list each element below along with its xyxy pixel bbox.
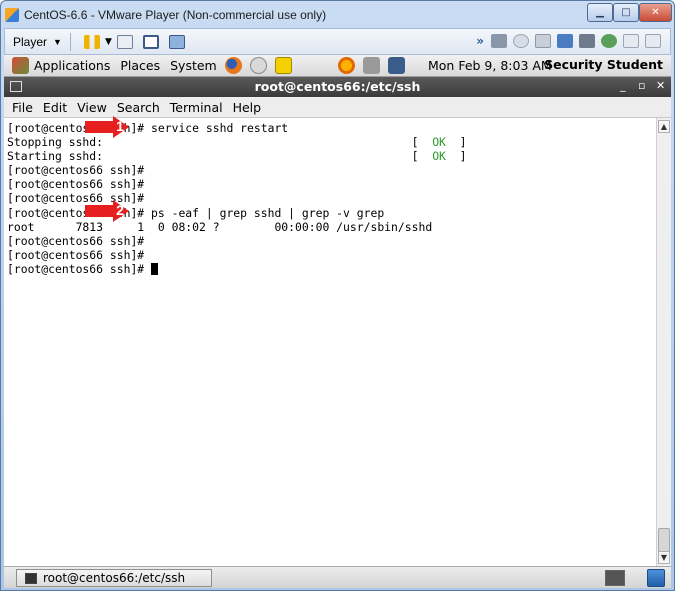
bottom-taskbar: root@centos66:/etc/ssh bbox=[4, 566, 671, 588]
network-icon[interactable] bbox=[116, 34, 133, 49]
scroll-thumb[interactable] bbox=[658, 528, 670, 552]
firefox-icon[interactable] bbox=[224, 57, 242, 74]
terminal-line-text: [root@centos66 ssh]# ps -eaf | grep sshd… bbox=[7, 205, 385, 220]
terminal-line: [root@centos66 ssh]# bbox=[7, 163, 656, 177]
gnome-top-panel: Applications Places System Mon Feb 9, 8:… bbox=[4, 55, 671, 77]
terminal-icon bbox=[25, 572, 37, 584]
display-icon[interactable] bbox=[645, 34, 661, 48]
cd-rom-icon[interactable] bbox=[513, 34, 529, 48]
menu-view[interactable]: View bbox=[77, 100, 107, 115]
printer-icon[interactable] bbox=[579, 34, 595, 48]
device-icons: » bbox=[476, 34, 664, 48]
terminal-line-text: [root@centos66 ssh]# service sshd restar… bbox=[7, 121, 289, 135]
unity-icon[interactable] bbox=[168, 34, 185, 49]
terminal-close-button[interactable]: ✕ bbox=[656, 79, 665, 92]
terminal-line-text: root 7813 1 0 08:02 ? 00:00:00 /usr/sbin… bbox=[7, 219, 433, 234]
status-bracket: ] bbox=[445, 135, 467, 150]
floppy-icon[interactable] bbox=[535, 34, 551, 48]
places-menu[interactable]: Places bbox=[120, 58, 160, 73]
terminal-line: [root@centos66 ssh]# bbox=[7, 234, 656, 248]
clock[interactable]: Mon Feb 9, 8:03 AM bbox=[428, 58, 552, 73]
menu-search[interactable]: Search bbox=[117, 100, 160, 115]
menu-edit[interactable]: Edit bbox=[43, 100, 67, 115]
window-title: CentOS-6.6 - VMware Player (Non-commerci… bbox=[24, 8, 327, 22]
terminal-line-text: [root@centos66 ssh]# bbox=[7, 247, 145, 262]
terminal-menu-bar: File Edit View Search Terminal Help bbox=[4, 97, 671, 118]
terminal-line-text: [root@centos66 ssh]# bbox=[7, 261, 152, 276]
hard-disk-icon[interactable] bbox=[491, 34, 507, 48]
terminal-line-text: [root@centos66 ssh]# bbox=[7, 177, 145, 192]
arrow-shaft bbox=[85, 205, 115, 217]
applications-menu[interactable]: Applications bbox=[34, 58, 110, 73]
terminal-title: root@centos66:/etc/ssh bbox=[254, 79, 421, 94]
window-title-bar: CentOS-6.6 - VMware Player (Non-commerci… bbox=[5, 4, 585, 26]
terminal-minimize-button[interactable]: _ bbox=[620, 79, 626, 92]
workspace-switcher-icon[interactable] bbox=[605, 570, 625, 586]
close-button[interactable]: ✕ bbox=[639, 3, 672, 22]
fullscreen-icon[interactable] bbox=[142, 34, 159, 49]
terminal-line-text: [root@centos66 ssh]# bbox=[7, 163, 145, 178]
vmware-player-window: CentOS-6.6 - VMware Player (Non-commerci… bbox=[0, 0, 675, 591]
ok-status: OK bbox=[432, 135, 446, 150]
terminal-output[interactable]: [root@centos66 ssh]# service sshd restar… bbox=[4, 118, 656, 566]
terminal-scrollbar[interactable]: ▲ ▼ bbox=[656, 118, 671, 566]
terminal-title-bar: root@centos66:/etc/ssh _ ▫ ✕ bbox=[4, 77, 671, 97]
toolbar-divider bbox=[69, 32, 71, 51]
menu-terminal[interactable]: Terminal bbox=[170, 100, 223, 115]
menu-help[interactable]: Help bbox=[233, 100, 262, 115]
maximize-button[interactable]: □ bbox=[613, 3, 639, 22]
volume-icon[interactable] bbox=[362, 57, 380, 74]
terminal-line: [root@centos66 ssh]# bbox=[7, 262, 656, 276]
chevron-down-icon: ▼ bbox=[53, 36, 62, 47]
pause-icon[interactable] bbox=[83, 34, 100, 49]
update-icon[interactable] bbox=[337, 57, 355, 74]
ok-status: OK bbox=[432, 149, 446, 164]
notes-icon[interactable] bbox=[274, 57, 292, 74]
annotation-number: 1 bbox=[116, 118, 124, 134]
network-adapter-icon[interactable] bbox=[557, 34, 573, 48]
gnome-foot-icon bbox=[12, 57, 29, 74]
terminal-line-text: Starting sshd: [ bbox=[7, 149, 433, 164]
taskbar-terminal-button[interactable]: root@centos66:/etc/ssh bbox=[16, 569, 212, 587]
network-status-icon[interactable] bbox=[387, 57, 405, 74]
system-menu[interactable]: System bbox=[170, 58, 217, 73]
chevron-down-icon[interactable]: ▼ bbox=[105, 37, 112, 47]
scroll-down-arrow-icon[interactable]: ▼ bbox=[658, 551, 670, 564]
terminal-line-text: [root@centos66 ssh]# bbox=[7, 233, 145, 248]
vmware-app-icon bbox=[5, 8, 19, 22]
text-cursor bbox=[151, 262, 159, 275]
terminal-line: Stopping sshd: [ OK ] bbox=[7, 135, 656, 149]
sound-icon[interactable] bbox=[601, 34, 617, 48]
player-menu-label: Player bbox=[13, 34, 48, 49]
email-icon[interactable] bbox=[249, 57, 267, 74]
taskbar-item-label: root@centos66:/etc/ssh bbox=[43, 571, 186, 585]
message-icon[interactable] bbox=[623, 34, 639, 48]
minimize-button[interactable]: ▁ bbox=[587, 3, 613, 22]
terminal-line: [root@centos66 ssh]# bbox=[7, 191, 656, 205]
player-menu-button[interactable]: Player ▼ bbox=[13, 35, 62, 49]
vmware-toolbar: Player ▼ ▼ » bbox=[4, 28, 671, 55]
terminal-line-text: Stopping sshd: [ bbox=[7, 135, 433, 150]
status-bracket: ] bbox=[445, 149, 467, 164]
terminal-line: [root@centos66 ssh]# bbox=[7, 248, 656, 262]
terminal-maximize-button[interactable]: ▫ bbox=[638, 79, 645, 92]
annotation-number: 2 bbox=[116, 202, 124, 218]
double-chevron-icon[interactable]: » bbox=[476, 34, 484, 48]
menu-file[interactable]: File bbox=[12, 100, 33, 115]
user-menu[interactable]: Security Student bbox=[544, 57, 663, 72]
terminal-line: [root@centos66 ssh]# bbox=[7, 177, 656, 191]
scroll-up-arrow-icon[interactable]: ▲ bbox=[658, 120, 670, 133]
arrow-shaft bbox=[85, 121, 115, 133]
terminal-line: root 7813 1 0 08:02 ? 00:00:00 /usr/sbin… bbox=[7, 220, 656, 234]
trash-icon[interactable] bbox=[647, 569, 665, 587]
terminal-line: Starting sshd: [ OK ] bbox=[7, 149, 656, 163]
